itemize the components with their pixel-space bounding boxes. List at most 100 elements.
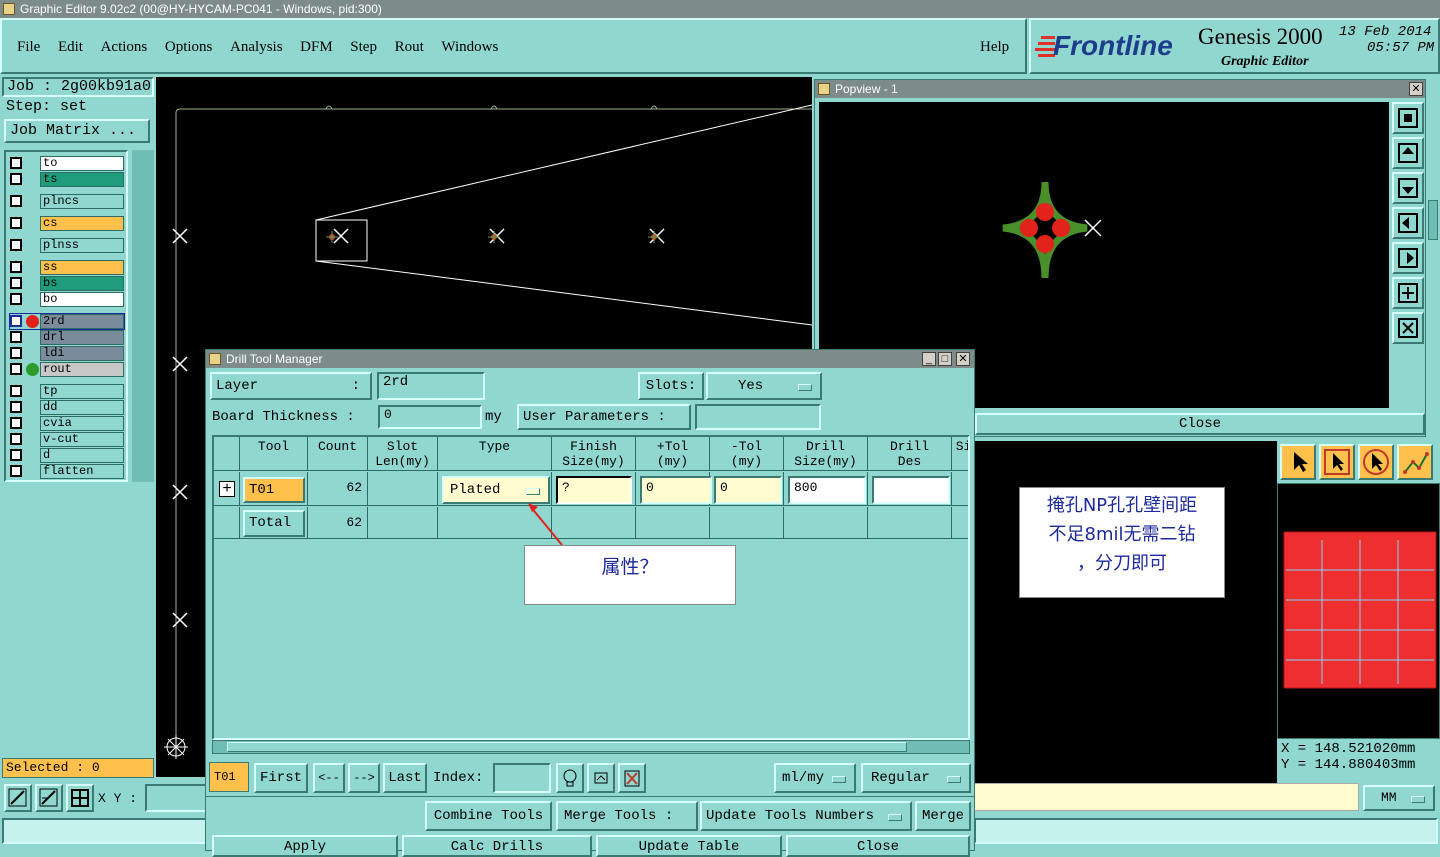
next-button[interactable]: -->	[348, 763, 380, 793]
zoom-out-icon[interactable]	[1392, 312, 1424, 344]
menu-help[interactable]: Help	[980, 39, 1009, 56]
tool-t01-button[interactable]: T01	[243, 477, 305, 503]
user-parameters-button[interactable]: User Parameters :	[517, 404, 691, 430]
unit-select[interactable]: ml/my	[774, 763, 856, 793]
apply-button[interactable]: Apply	[212, 835, 398, 857]
slots-select[interactable]: Yes	[706, 372, 822, 400]
layer-row-plncs[interactable]: plncs	[10, 194, 124, 209]
layer-row-ss[interactable]: ss	[10, 260, 124, 275]
layer-field[interactable]: 2rd	[377, 372, 485, 400]
prev-button[interactable]: <--	[313, 763, 345, 793]
select-box-icon[interactable]	[1319, 444, 1355, 480]
layer-row-flatten[interactable]: flatten	[10, 464, 124, 479]
drill-size-field[interactable]: 800	[788, 476, 866, 504]
first-button[interactable]: First	[254, 763, 308, 793]
popview-scroll[interactable]	[1428, 200, 1438, 240]
combine-tools-button[interactable]: Combine Tools	[425, 801, 552, 831]
layer-checkbox[interactable]	[10, 449, 22, 461]
layer-checkbox[interactable]	[10, 293, 22, 305]
refresh-icon[interactable]	[587, 763, 615, 793]
plus-tol-field[interactable]: 0	[640, 476, 712, 504]
layer-checkbox[interactable]	[10, 465, 22, 477]
menu-actions[interactable]: Actions	[101, 39, 148, 55]
layer-list-scrollbar[interactable]	[132, 150, 154, 482]
maximize-icon[interactable]: □	[938, 352, 952, 366]
units-select[interactable]: MM	[1363, 785, 1435, 811]
layer-checkbox[interactable]	[10, 417, 22, 429]
layer-checkbox[interactable]	[10, 217, 22, 229]
delete-icon[interactable]	[618, 763, 646, 793]
xy-input[interactable]	[145, 784, 207, 812]
index-field[interactable]	[493, 763, 551, 793]
grid-icon[interactable]	[66, 784, 94, 812]
minimize-icon[interactable]: _	[922, 352, 936, 366]
layer-row-ldi[interactable]: ldi	[10, 346, 124, 361]
layer-row-rout[interactable]: rout	[10, 362, 124, 377]
user-parameters-field[interactable]	[695, 404, 821, 430]
layer-checkbox[interactable]	[10, 363, 22, 375]
menu-edit[interactable]: Edit	[58, 39, 83, 55]
layer-row-dd[interactable]: dd	[10, 400, 124, 415]
menu-step[interactable]: Step	[350, 39, 377, 55]
menu-options[interactable]: Options	[165, 39, 213, 55]
layer-row-cvia[interactable]: cvia	[10, 416, 124, 431]
layer-row-2rd[interactable]: 2rd	[9, 313, 125, 330]
layer-row-d[interactable]: d	[10, 448, 124, 463]
menu-rout[interactable]: Rout	[395, 39, 424, 55]
layer-checkbox[interactable]	[10, 347, 22, 359]
layer-checkbox[interactable]	[10, 315, 22, 327]
layer-row-cs[interactable]: cs	[10, 216, 124, 231]
zoom-fit-icon[interactable]	[4, 784, 32, 812]
drill-des-field[interactable]	[872, 476, 950, 504]
layer-checkbox[interactable]	[10, 385, 22, 397]
merge-button[interactable]: Merge	[915, 801, 971, 831]
layer-row-plnss[interactable]: plnss	[10, 238, 124, 253]
update-table-button[interactable]: Update Table	[596, 835, 782, 857]
menu-analysis[interactable]: Analysis	[230, 39, 283, 55]
layer-checkbox[interactable]	[10, 239, 22, 251]
layer-checkbox[interactable]	[10, 195, 22, 207]
layer-row-drl[interactable]: drl	[10, 330, 124, 345]
popview-close-icon[interactable]: ✕	[1409, 82, 1423, 96]
zoom-home-icon[interactable]	[1392, 102, 1424, 134]
layer-checkbox[interactable]	[10, 433, 22, 445]
minus-tol-field[interactable]: 0	[714, 476, 782, 504]
pan-down-icon[interactable]	[1392, 172, 1424, 204]
close-button[interactable]: Close	[786, 835, 970, 857]
layer-row-bs[interactable]: bs	[10, 276, 124, 291]
pan-right-icon[interactable]	[1392, 242, 1424, 274]
layer-checkbox[interactable]	[10, 331, 22, 343]
panel-overview[interactable]	[1277, 483, 1440, 739]
select-net-icon[interactable]	[1397, 444, 1433, 480]
select-arrow-icon[interactable]	[1280, 444, 1316, 480]
layer-checkbox[interactable]	[10, 261, 22, 273]
table-scrollbar[interactable]	[212, 740, 970, 754]
pan-left-icon[interactable]	[1392, 207, 1424, 239]
close-icon[interactable]: ✕	[956, 352, 970, 366]
expand-icon[interactable]: +	[219, 481, 235, 497]
layer-checkbox[interactable]	[10, 157, 22, 169]
pan-up-icon[interactable]	[1392, 137, 1424, 169]
layer-row-ts[interactable]: ts	[10, 172, 124, 187]
job-matrix-button[interactable]: Job Matrix ...	[4, 119, 150, 143]
layer-checkbox[interactable]	[10, 173, 22, 185]
layer-row-bo[interactable]: bo	[10, 292, 124, 307]
calc-drills-button[interactable]: Calc Drills	[402, 835, 592, 857]
mode-select[interactable]: Regular	[861, 763, 971, 793]
menu-windows[interactable]: Windows	[441, 39, 498, 55]
layer-checkbox[interactable]	[10, 401, 22, 413]
menu-file[interactable]: File	[17, 39, 40, 55]
popview-close-button[interactable]: Close	[975, 413, 1425, 435]
zoom-in-icon[interactable]	[1392, 277, 1424, 309]
update-tools-numbers-select[interactable]: Update Tools Numbers	[700, 801, 912, 831]
last-button[interactable]: Last	[383, 763, 427, 793]
select-circle-icon[interactable]	[1358, 444, 1394, 480]
layer-checkbox[interactable]	[10, 277, 22, 289]
menu-dfm[interactable]: DFM	[300, 39, 333, 55]
thickness-field[interactable]: 0	[378, 405, 482, 429]
lightbulb-icon[interactable]	[556, 763, 584, 793]
layer-row-v-cut[interactable]: v-cut	[10, 432, 124, 447]
layer-row-to[interactable]: to	[10, 156, 124, 171]
layer-row-tp[interactable]: tp	[10, 384, 124, 399]
measure-icon[interactable]	[35, 784, 63, 812]
